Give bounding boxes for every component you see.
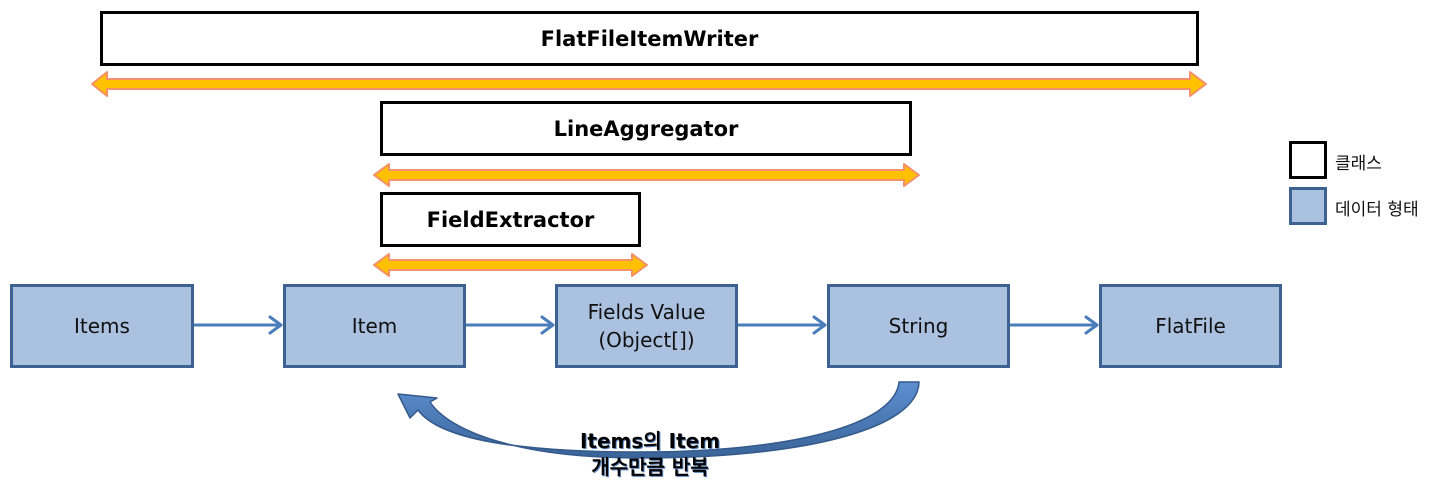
data-node-label: Item: [351, 314, 398, 338]
loop-label-line2: 개수만큼 반복: [591, 455, 709, 479]
data-node-item: Item: [283, 284, 466, 368]
data-node-flatfile: FlatFile: [1099, 284, 1282, 368]
legend-class-swatch: [1289, 141, 1327, 179]
diagram-arrows: [91, 71, 1207, 459]
lineaggregator-span-arrow: [373, 163, 920, 187]
class-label-flatfileitemwriter: FlatFileItemWriter: [540, 26, 759, 51]
legend-data-swatch: [1289, 187, 1327, 225]
fieldextractor-span-arrow: [373, 253, 648, 277]
class-box-fieldextractor: FieldExtractor: [380, 192, 641, 247]
loop-label-line1: Items의 Item: [579, 429, 721, 453]
data-node-label: Fields Value: [587, 300, 706, 324]
class-box-flatfileitemwriter: FlatFileItemWriter: [100, 11, 1199, 66]
loop-label: Items의 Item 개수만큼 반복: [520, 428, 780, 480]
legend-class-label: 클래스: [1335, 154, 1382, 174]
legend-data-label: 데이터 형태: [1335, 200, 1419, 220]
class-label-lineaggregator: LineAggregator: [553, 116, 739, 141]
class-box-lineaggregator: LineAggregator: [380, 101, 912, 156]
data-node-label: Items: [74, 314, 130, 338]
data-node-label: String: [888, 314, 949, 338]
data-node-fields-value: Fields Value (Object[]): [555, 284, 738, 368]
data-node-string: String: [827, 284, 1010, 368]
flow-arrow-items-to-item: [191, 315, 283, 335]
flatfileitemwriter-span-arrow: [91, 71, 1207, 97]
flow-arrow-fields-to-string: [735, 315, 827, 335]
class-label-fieldextractor: FieldExtractor: [426, 207, 595, 232]
flow-arrow-string-to-flatfile: [1007, 315, 1099, 335]
flow-arrow-item-to-fields: [463, 315, 555, 335]
data-node-items: Items: [10, 284, 194, 368]
data-node-label: FlatFile: [1155, 314, 1226, 338]
data-node-sublabel: (Object[]): [598, 328, 695, 352]
